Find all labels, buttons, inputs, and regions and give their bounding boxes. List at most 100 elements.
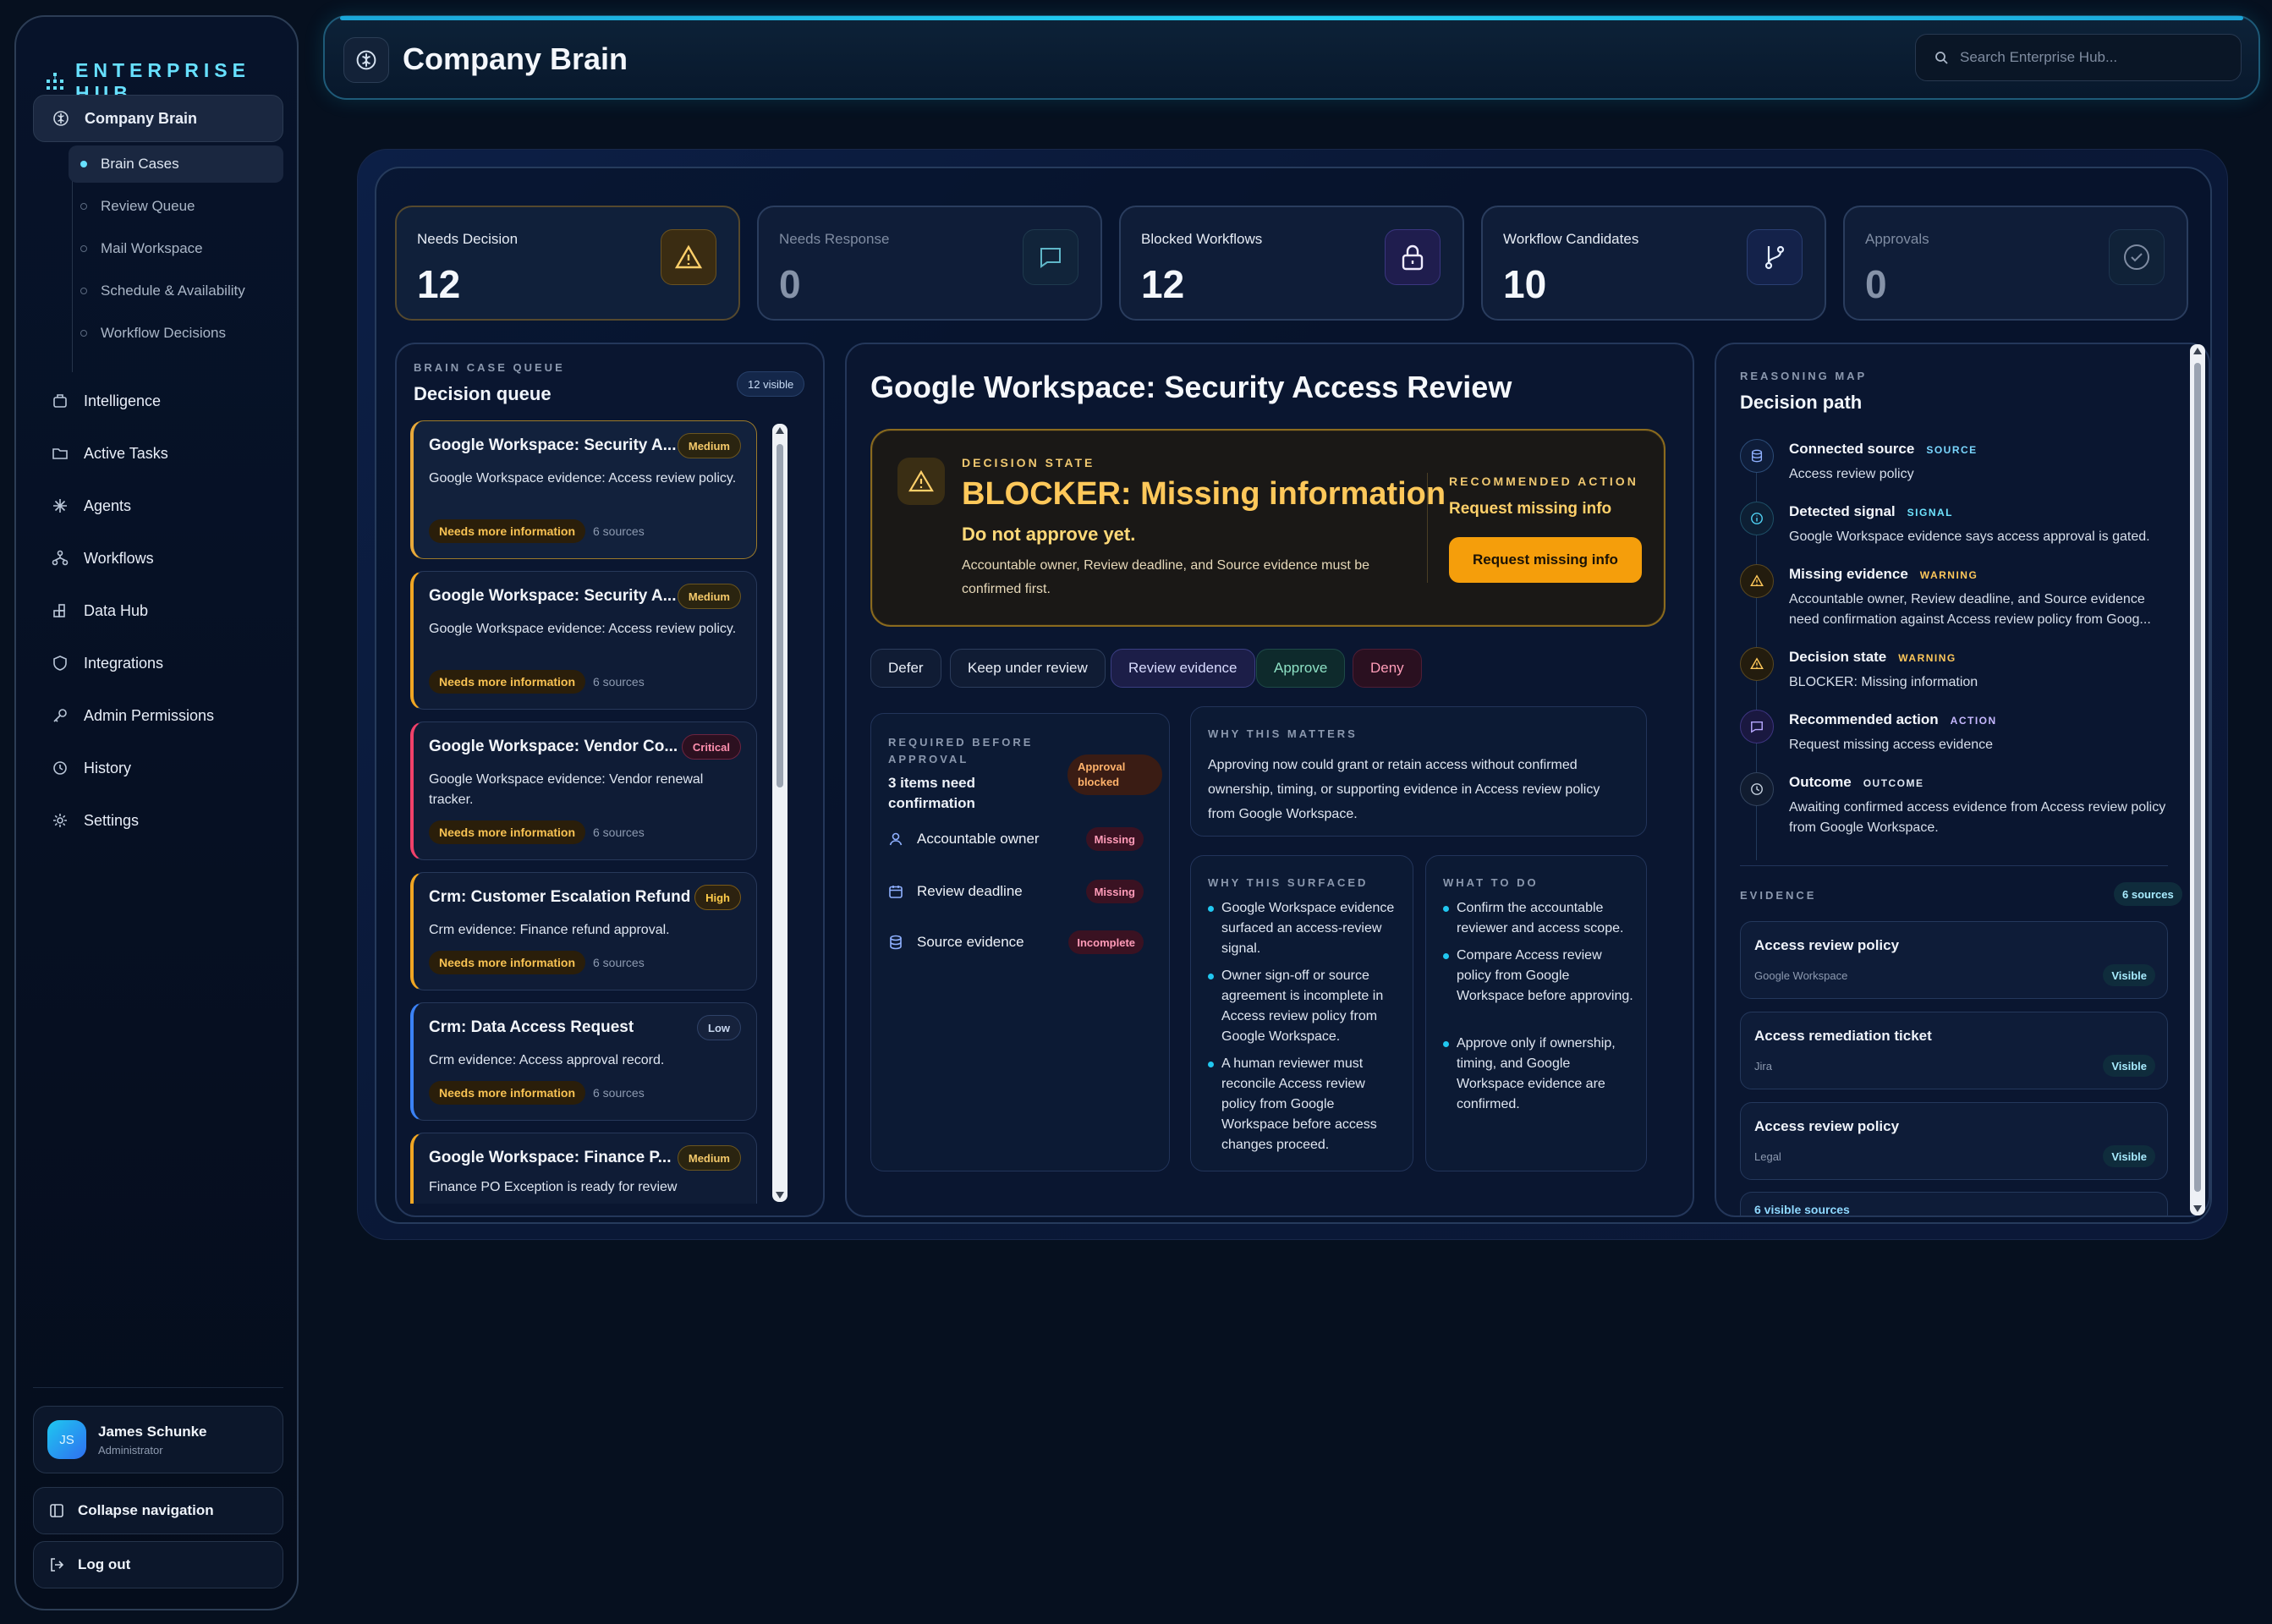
message-icon — [1023, 229, 1078, 285]
brain-icon — [52, 110, 69, 127]
queue-case-card[interactable]: Google Workspace: Finance P... Medium Fi… — [410, 1133, 757, 1204]
kpi-needs-response[interactable]: Needs Response 0 — [757, 206, 1102, 321]
nav-agents[interactable]: Agents — [33, 482, 283, 529]
why-this-matters-card: WHY THIS MATTERS Approving now could gra… — [1190, 706, 1647, 837]
collapse-navigation-button[interactable]: Collapse navigation — [33, 1487, 283, 1534]
missing-badge: Missing — [1085, 827, 1144, 851]
chart-icon — [52, 392, 69, 409]
sub-nav-workflow-decisions[interactable]: Workflow Decisions — [69, 315, 283, 352]
request-missing-info-button[interactable]: Request missing info — [1449, 537, 1642, 583]
sub-nav-review-queue[interactable]: Review Queue — [69, 188, 283, 225]
evidence-name: Access remediation ticket — [1754, 1028, 1932, 1044]
step-title-text: Missing evidence — [1789, 566, 1908, 582]
nav-intelligence[interactable]: Intelligence — [33, 377, 283, 425]
case-detail-title: Google Workspace: Security Access Review — [870, 370, 1512, 404]
approve-button[interactable]: Approve — [1256, 649, 1346, 688]
queue-eyebrow: BRAIN CASE QUEUE — [414, 361, 565, 374]
user-card[interactable]: JS James Schunke Administrator — [33, 1406, 283, 1473]
scroll-up-icon[interactable] — [2193, 348, 2202, 354]
nav-admin-permissions[interactable]: Admin Permissions — [33, 692, 283, 739]
kpi-label: Needs Decision — [417, 231, 519, 247]
scroll-down-icon[interactable] — [776, 1192, 784, 1199]
required-summary-line: 3 items need — [888, 775, 975, 791]
reasoning-step: Connected source SOURCE Access review pol… — [1740, 439, 2180, 490]
decision-state-title: BLOCKER: Missing information — [962, 476, 1446, 512]
sub-nav-label: Workflow Decisions — [101, 325, 227, 341]
queue-case-card[interactable]: Crm: Data Access Request Low Crm evidenc… — [410, 1002, 757, 1121]
sub-nav-mail-workspace[interactable]: Mail Workspace — [69, 230, 283, 267]
queue-case-card[interactable]: Google Workspace: Security A... Medium G… — [410, 571, 757, 710]
step-tag: SOURCE — [1926, 444, 1978, 456]
database-icon — [1740, 439, 1774, 473]
step-tag: OUTCOME — [1863, 777, 1924, 789]
step-title-text: Outcome — [1789, 774, 1852, 790]
sources-count: 6 sources — [593, 524, 645, 538]
scroll-up-icon[interactable] — [776, 427, 784, 434]
case-description: Finance PO Exception is ready for review — [429, 1180, 678, 1194]
reasoning-map-panel: REASONING MAP Decision path Connected so… — [1715, 343, 2210, 1217]
case-title: Crm: Data Access Request — [429, 1018, 634, 1036]
kpi-workflow-candidates[interactable]: Workflow Candidates 10 — [1481, 206, 1826, 321]
evidence-item[interactable]: Access review policy Google Workspace Vi… — [1740, 921, 2168, 999]
nav-workflows[interactable]: Workflows — [33, 535, 283, 582]
reasoning-step: Missing evidence WARNING Accountable owne… — [1740, 564, 2180, 635]
scrollbar-thumb[interactable] — [2194, 363, 2201, 1192]
status-badge: Needs more information — [429, 1081, 586, 1105]
evidence-item[interactable]: Access review policy Legal Visible — [1740, 1102, 2168, 1180]
nav-label: Integrations — [84, 654, 164, 672]
search-input[interactable]: Search Enterprise Hub... — [1915, 34, 2242, 81]
nav-integrations[interactable]: Integrations — [33, 639, 283, 687]
nav-label: Active Tasks — [84, 444, 168, 462]
reasoning-scrollbar[interactable] — [2190, 344, 2205, 1215]
nav-settings[interactable]: Settings — [33, 797, 283, 844]
nav-label: Intelligence — [84, 392, 162, 409]
scroll-down-icon[interactable] — [2193, 1205, 2202, 1212]
required-item-accountable-owner[interactable]: Accountable owner Missing — [888, 822, 1144, 856]
database-icon — [888, 935, 903, 950]
why-surfaced-bullet: Google Workspace evidence surfaced an ac… — [1208, 898, 1402, 959]
queue-scrollbar[interactable] — [772, 424, 788, 1202]
message-icon — [1740, 710, 1774, 743]
required-item-source-evidence[interactable]: Source evidence Incomplete — [888, 925, 1144, 959]
main-content: Needs Decision 12 Needs Response 0 Block… — [357, 149, 2228, 1240]
dot-icon — [80, 161, 87, 167]
queue-case-card[interactable]: Google Workspace: Vendor Co... Critical … — [410, 721, 757, 860]
review-evidence-button[interactable]: Review evidence — [1111, 649, 1255, 688]
decision-queue-panel: BRAIN CASE QUEUE Decision queue 12 visib… — [395, 343, 825, 1217]
evidence-item[interactable]: Access remediation ticket Jira Visible — [1740, 1012, 2168, 1089]
status-badge: Needs more information — [429, 670, 586, 694]
required-eyebrow-line: REQUIRED BEFORE — [888, 736, 1034, 749]
nav-history[interactable]: History — [33, 744, 283, 792]
defer-button[interactable]: Defer — [870, 649, 941, 688]
deny-button[interactable]: Deny — [1353, 649, 1422, 688]
sub-nav-schedule[interactable]: Schedule & Availability — [69, 272, 283, 310]
logout-button[interactable]: Log out — [33, 1541, 283, 1588]
case-description: Crm evidence: Finance refund approval. — [429, 923, 670, 937]
scrollbar-thumb[interactable] — [777, 444, 783, 787]
kpi-blocked-workflows[interactable]: Blocked Workflows 12 — [1119, 206, 1464, 321]
dot-icon — [80, 288, 87, 294]
keep-under-review-button[interactable]: Keep under review — [950, 649, 1106, 688]
step-title-text: Decision state — [1789, 649, 1887, 665]
sub-nav-brain-cases[interactable]: Brain Cases — [69, 145, 283, 183]
evidence-count-badge: 6 sources — [2114, 882, 2182, 906]
nav-label: Agents — [84, 497, 132, 514]
required-item-review-deadline[interactable]: Review deadline Missing — [888, 875, 1144, 908]
nav-company-brain[interactable]: Company Brain — [33, 95, 283, 142]
step-tag: ACTION — [1950, 715, 1997, 727]
step-tag: WARNING — [1919, 569, 1978, 581]
queue-case-card[interactable]: Crm: Customer Escalation Refund High Crm… — [410, 872, 757, 990]
nav-active-tasks[interactable]: Active Tasks — [33, 430, 283, 477]
nav-data-hub[interactable]: Data Hub — [33, 587, 283, 634]
queue-case-card[interactable]: Google Workspace: Security A... Medium G… — [410, 420, 757, 559]
kpi-needs-decision[interactable]: Needs Decision 12 — [395, 206, 740, 321]
kpi-value: 12 — [1141, 262, 1185, 306]
case-title: Google Workspace: Security A... — [429, 587, 677, 605]
more-sources-link[interactable]: 6 visible sources — [1740, 1192, 2168, 1216]
kpi-approvals[interactable]: Approvals 0 — [1843, 206, 2188, 321]
kpi-label: Needs Response — [779, 231, 890, 247]
decision-state-subtitle: Do not approve yet. — [962, 524, 1136, 545]
sub-nav-label: Brain Cases — [101, 156, 179, 172]
required-summary-line: confirmation — [888, 795, 975, 811]
case-title: Google Workspace: Security A... — [429, 436, 677, 454]
